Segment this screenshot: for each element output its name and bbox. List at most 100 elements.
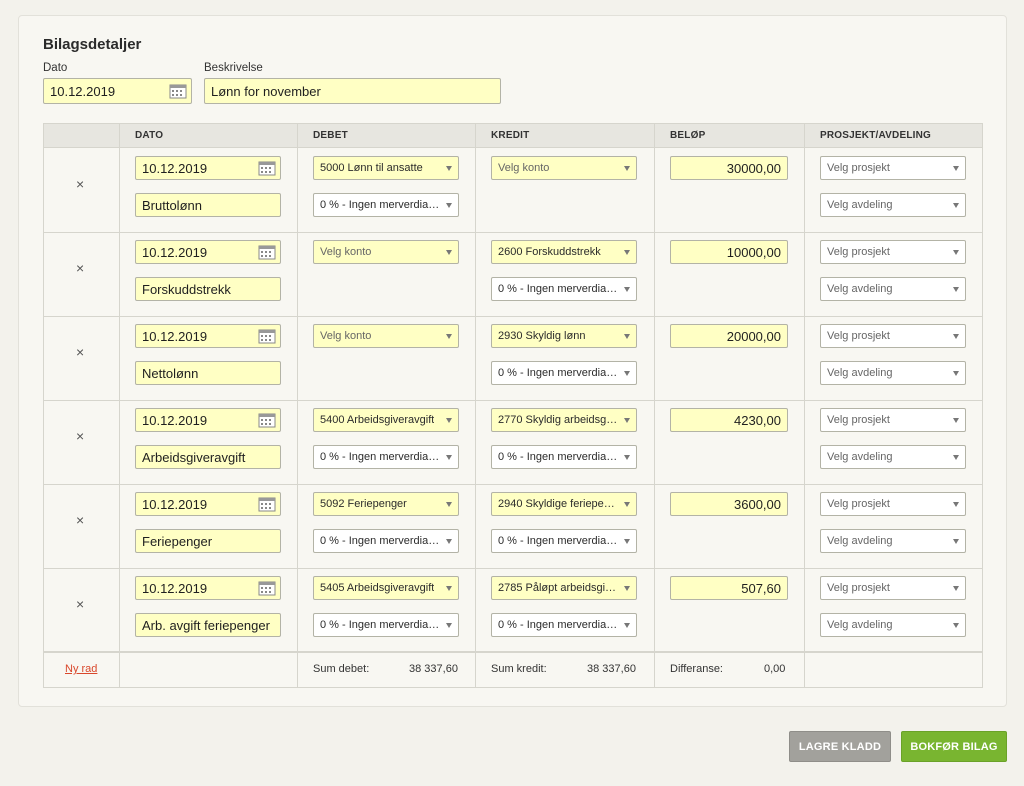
close-icon[interactable]: × (76, 260, 84, 276)
project-select[interactable]: Velg prosjekt (820, 324, 966, 348)
close-icon[interactable]: × (76, 176, 84, 192)
project-select[interactable]: Velg prosjekt (820, 408, 966, 432)
debet-account-select-value: Velg konto (320, 246, 372, 258)
amount-input[interactable]: 507,60 (670, 576, 788, 600)
voucher-date-input[interactable]: 10.12.2019 (43, 78, 192, 104)
calendar-icon[interactable] (258, 160, 276, 176)
amount-input[interactable]: 3600,00 (670, 492, 788, 516)
amount-input[interactable]: 4230,00 (670, 408, 788, 432)
calendar-icon[interactable] (258, 244, 276, 260)
chevron-down-icon (953, 586, 959, 591)
chevron-down-icon (446, 418, 452, 423)
line-date-input[interactable]: 10.12.2019 (135, 240, 281, 264)
calendar-icon[interactable] (169, 83, 187, 99)
kredit-vat-select-value: 0 % - Ingen merverdiavgift (498, 535, 618, 547)
debet-vat-select[interactable]: 0 % - Ingen merverdiavgift (313, 193, 459, 217)
line-date-input[interactable]: 10.12.2019 (135, 576, 281, 600)
chevron-down-icon (953, 334, 959, 339)
line-text-input[interactable]: Arbeidsgiveravgift (135, 445, 281, 469)
sum-debet-label: Sum debet: (313, 663, 370, 675)
chevron-down-icon (624, 287, 630, 292)
department-select[interactable]: Velg avdeling (820, 529, 966, 553)
kredit-account-select[interactable]: Velg konto (491, 156, 637, 180)
project-select[interactable]: Velg prosjekt (820, 156, 966, 180)
department-select[interactable]: Velg avdeling (820, 445, 966, 469)
project-select[interactable]: Velg prosjekt (820, 576, 966, 600)
close-icon[interactable]: × (76, 512, 84, 528)
chevron-down-icon (446, 586, 452, 591)
line-text-input[interactable]: Nettolønn (135, 361, 281, 385)
bilagsdetaljer-panel: Bilagsdetaljer Dato 10.12.2019 Beskrivel… (18, 15, 1007, 707)
table-row: × 10.12.2019 Nettolønn Velg konto 2930 Skyld… (44, 317, 982, 401)
chevron-down-icon (953, 166, 959, 171)
line-date-input[interactable]: 10.12.2019 (135, 408, 281, 432)
kredit-vat-select[interactable]: 0 % - Ingen merverdiavgift (491, 445, 637, 469)
line-text-input[interactable]: Bruttolønn (135, 193, 281, 217)
line-text-input[interactable]: Arb. avgift feriepenger (135, 613, 281, 637)
kredit-vat-select[interactable]: 0 % - Ingen merverdiavgift (491, 277, 637, 301)
differanse-label: Differanse: (670, 663, 723, 675)
line-text-input[interactable]: Forskuddstrekk (135, 277, 281, 301)
line-text-value: Arb. avgift feriepenger (142, 617, 270, 633)
chevron-down-icon (446, 623, 452, 628)
line-text-value: Forskuddstrekk (142, 281, 231, 297)
debet-account-select-value: Velg konto (320, 330, 372, 342)
debet-account-select[interactable]: 5400 Arbeidsgiveravgift (313, 408, 459, 432)
kredit-vat-select[interactable]: 0 % - Ingen merverdiavgift (491, 529, 637, 553)
sum-kredit-label: Sum kredit: (491, 663, 547, 675)
beskrivelse-label: Beskrivelse (204, 62, 263, 74)
department-select[interactable]: Velg avdeling (820, 277, 966, 301)
debet-vat-select[interactable]: 0 % - Ingen merverdiavgift (313, 445, 459, 469)
description-input[interactable]: Lønn for november (204, 78, 501, 104)
department-select-value: Velg avdeling (827, 199, 893, 211)
chevron-down-icon (953, 250, 959, 255)
close-icon[interactable]: × (76, 428, 84, 444)
kredit-vat-select[interactable]: 0 % - Ingen merverdiavgift (491, 361, 637, 385)
chevron-down-icon (624, 250, 630, 255)
table-row: × 10.12.2019 Arb. avgift feriepenger 5405 A… (44, 569, 982, 653)
save-draft-button[interactable]: LAGRE KLADD (789, 731, 891, 762)
kredit-account-select[interactable]: 2930 Skyldig lønn (491, 324, 637, 348)
department-select-value: Velg avdeling (827, 367, 893, 379)
kredit-account-select[interactable]: 2600 Forskuddstrekk (491, 240, 637, 264)
debet-vat-select[interactable]: 0 % - Ingen merverdiavgift (313, 529, 459, 553)
amount-value: 30000,00 (726, 160, 781, 176)
amount-input[interactable]: 10000,00 (670, 240, 788, 264)
amount-input[interactable]: 20000,00 (670, 324, 788, 348)
amount-input[interactable]: 30000,00 (670, 156, 788, 180)
calendar-icon[interactable] (258, 496, 276, 512)
debet-vat-select[interactable]: 0 % - Ingen merverdiavgift (313, 613, 459, 637)
kredit-vat-select[interactable]: 0 % - Ingen merverdiavgift (491, 613, 637, 637)
close-icon[interactable]: × (76, 344, 84, 360)
amount-value: 507,60 (741, 580, 781, 596)
line-text-input[interactable]: Feriepenger (135, 529, 281, 553)
header-debet: DEBET (313, 130, 348, 141)
line-date-input[interactable]: 10.12.2019 (135, 156, 281, 180)
project-select[interactable]: Velg prosjekt (820, 492, 966, 516)
debet-account-select[interactable]: 5092 Feriepenger (313, 492, 459, 516)
chevron-down-icon (446, 502, 452, 507)
calendar-icon[interactable] (258, 580, 276, 596)
kredit-vat-select-value: 0 % - Ingen merverdiavgift (498, 619, 618, 631)
department-select-value: Velg avdeling (827, 283, 893, 295)
department-select[interactable]: Velg avdeling (820, 613, 966, 637)
close-icon[interactable]: × (76, 596, 84, 612)
line-date-input[interactable]: 10.12.2019 (135, 324, 281, 348)
calendar-icon[interactable] (258, 412, 276, 428)
debet-account-select[interactable]: Velg konto (313, 240, 459, 264)
debet-account-select[interactable]: 5405 Arbeidsgiveravgift (313, 576, 459, 600)
project-select[interactable]: Velg prosjekt (820, 240, 966, 264)
department-select[interactable]: Velg avdeling (820, 193, 966, 217)
debet-account-select[interactable]: Velg konto (313, 324, 459, 348)
line-date-input[interactable]: 10.12.2019 (135, 492, 281, 516)
post-voucher-button[interactable]: BOKFØR BILAG (901, 731, 1007, 762)
debet-account-select[interactable]: 5000 Lønn til ansatte (313, 156, 459, 180)
kredit-account-select[interactable]: 2770 Skyldig arbeidsgiveravgift (491, 408, 637, 432)
new-row-link[interactable]: Ny rad (65, 663, 97, 675)
calendar-icon[interactable] (258, 328, 276, 344)
amount-value: 20000,00 (726, 328, 781, 344)
chevron-down-icon (624, 455, 630, 460)
kredit-account-select[interactable]: 2785 Påløpt arbeidsgiveravgift (491, 576, 637, 600)
kredit-account-select[interactable]: 2940 Skyldige feriepenger (491, 492, 637, 516)
department-select[interactable]: Velg avdeling (820, 361, 966, 385)
